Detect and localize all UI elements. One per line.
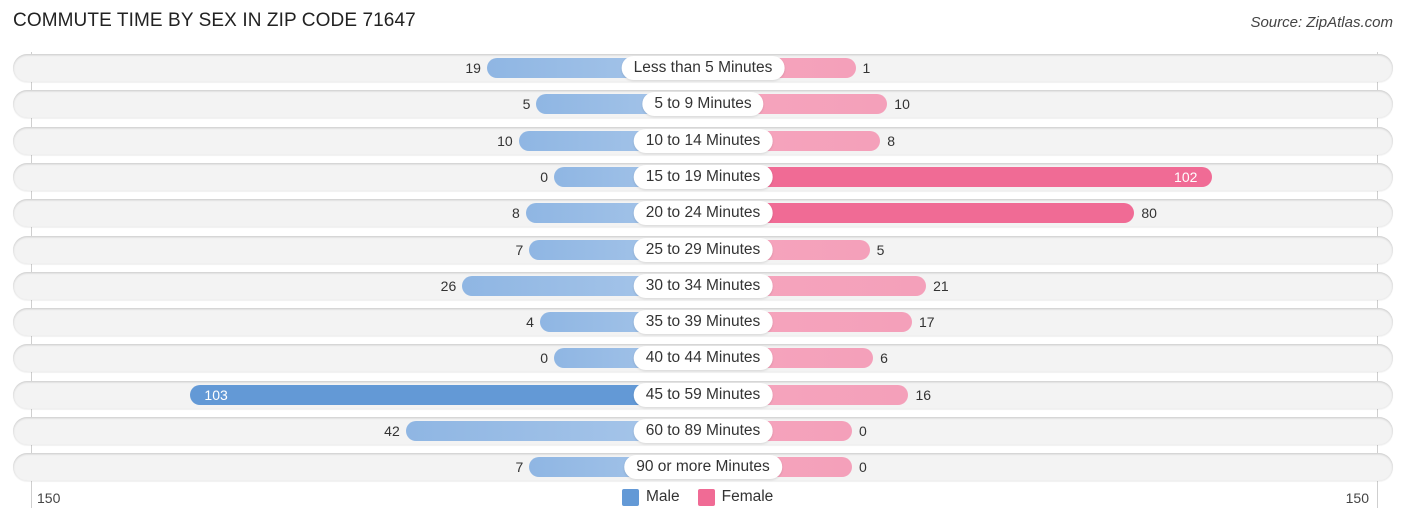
legend-item-female[interactable]: Female	[697, 488, 774, 506]
legend-swatch-male	[622, 488, 639, 506]
bar-male[interactable]	[190, 384, 703, 405]
value-label-female: 16	[915, 386, 932, 403]
legend-item-male[interactable]: Male	[622, 488, 680, 506]
value-label-male: 42	[384, 423, 400, 439]
axis-label-right: 150	[1345, 490, 1369, 506]
value-label-female: 21	[933, 277, 949, 294]
value-label-male: 10	[497, 132, 513, 149]
value-label-male: 7	[515, 241, 524, 258]
category-label: 45 to 59 Minutes	[633, 382, 773, 407]
category-label: 20 to 24 Minutes	[633, 201, 773, 226]
category-label: Less than 5 Minutes	[621, 56, 785, 80]
bar-female[interactable]	[703, 166, 1213, 187]
value-label-male: 0	[540, 350, 548, 367]
value-label-male: 26	[440, 277, 457, 294]
value-label-male: 5	[522, 96, 531, 113]
value-label-female: 5	[876, 241, 885, 258]
category-label: 35 to 39 Minutes	[633, 310, 773, 335]
value-label-male: 103	[204, 386, 228, 403]
value-label-female: 17	[919, 314, 935, 331]
legend: Male Female	[622, 488, 783, 506]
value-label-male: 7	[515, 459, 524, 476]
category-label: 10 to 14 Minutes	[633, 128, 773, 153]
category-label: 40 to 44 Minutes	[633, 346, 773, 371]
value-label-female: 6	[880, 350, 888, 367]
value-label-female: 0	[859, 423, 867, 439]
category-label: 15 to 19 Minutes	[633, 164, 773, 189]
legend-label-male: Male	[646, 488, 680, 505]
value-label-female: 102	[1174, 168, 1198, 185]
value-label-male: 19	[465, 60, 481, 76]
legend-swatch-female	[697, 488, 715, 506]
value-label-female: 0	[859, 459, 867, 476]
category-label: 30 to 34 Minutes	[633, 273, 773, 298]
value-label-male: 0	[540, 168, 548, 185]
value-label-female: 10	[894, 96, 910, 113]
source-label: Source: ZipAtlas.com	[1250, 14, 1393, 31]
value-label-male: 4	[526, 314, 534, 331]
category-label: 60 to 89 Minutes	[633, 419, 773, 443]
value-label-female: 1	[862, 60, 871, 76]
value-label-female: 8	[887, 132, 896, 149]
axis-label-left: 150	[37, 490, 61, 506]
value-label-female: 80	[1141, 205, 1157, 222]
category-label: 5 to 9 Minutes	[642, 92, 764, 117]
legend-label-female: Female	[721, 488, 774, 505]
value-label-male: 8	[511, 205, 520, 222]
category-label: 25 to 29 Minutes	[633, 237, 773, 262]
category-label: 90 or more Minutes	[624, 455, 782, 480]
chart-title: COMMUTE TIME BY SEX IN ZIP CODE 71647	[13, 10, 416, 31]
